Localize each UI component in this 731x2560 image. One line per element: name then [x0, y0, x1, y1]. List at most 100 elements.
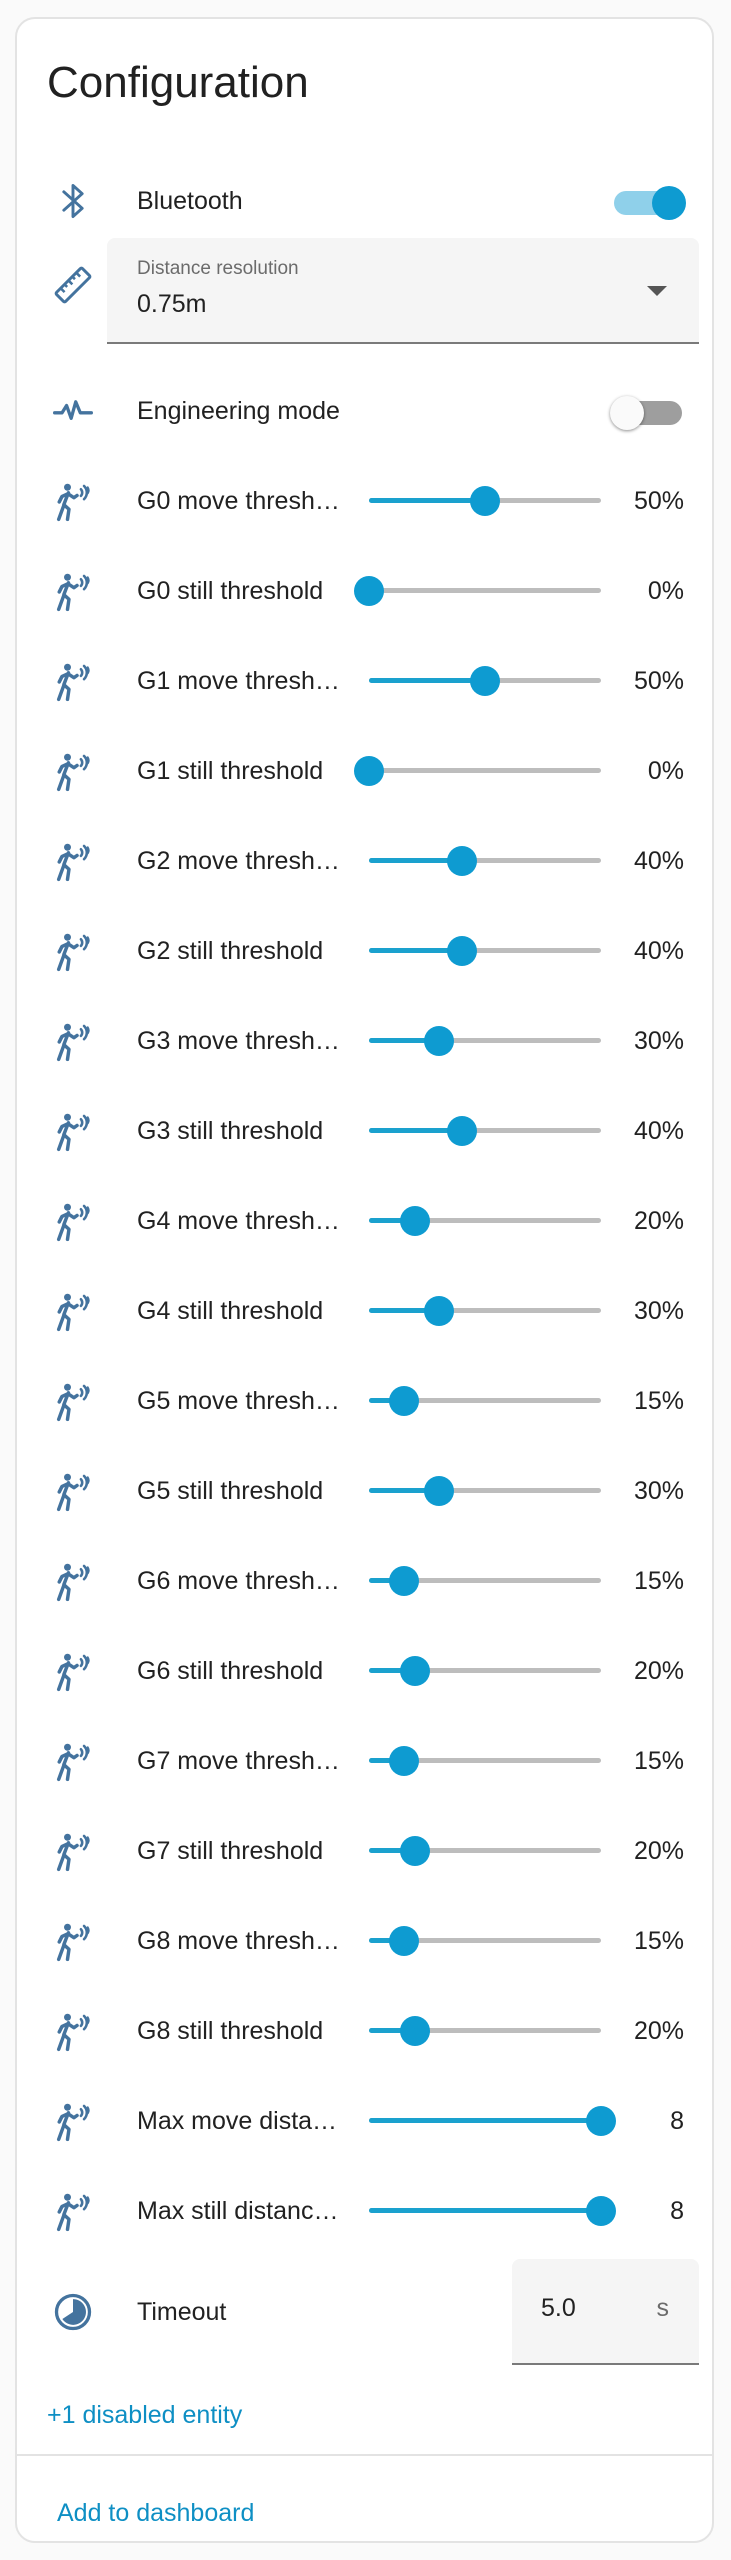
threshold-label: Max move dista…	[137, 2107, 338, 2135]
slider-fill	[369, 678, 485, 683]
slider-thumb[interactable]	[388, 1926, 419, 1956]
threshold-value: 30%	[633, 1027, 684, 1055]
threshold-slider[interactable]	[354, 756, 601, 786]
slider-thumb[interactable]	[388, 1746, 419, 1776]
slider-thumb[interactable]	[423, 1026, 454, 1056]
slider-fill	[369, 2118, 601, 2123]
threshold-label: G3 still threshold	[137, 1117, 324, 1145]
threshold-slider[interactable]	[369, 2016, 601, 2046]
slider-thumb[interactable]	[446, 846, 477, 876]
threshold-value: 50%	[633, 487, 684, 515]
threshold-slider[interactable]	[369, 1926, 601, 1956]
threshold-slider[interactable]	[369, 2196, 616, 2226]
slider-thumb[interactable]	[400, 2016, 431, 2046]
chevron-down-icon[interactable]	[647, 286, 667, 296]
bluetooth-row[interactable]: Bluetooth	[17, 156, 712, 246]
motion-sensor-icon	[49, 1287, 97, 1335]
threshold-label: G0 still threshold	[137, 577, 324, 605]
slider-thumb[interactable]	[586, 2106, 616, 2136]
slider-track[interactable]	[369, 588, 601, 593]
threshold-value: 15%	[633, 1567, 684, 1595]
timeout-unit: s	[656, 2294, 670, 2322]
slider-thumb[interactable]	[423, 1476, 454, 1506]
slider-thumb[interactable]	[388, 1566, 419, 1596]
slider-thumb[interactable]	[354, 576, 384, 606]
threshold-slider[interactable]	[369, 1116, 601, 1146]
threshold-value: 20%	[633, 2017, 684, 2045]
slider-thumb[interactable]	[446, 1116, 477, 1146]
motion-sensor-icon	[49, 1107, 97, 1155]
threshold-value: 20%	[633, 1837, 684, 1865]
threshold-label: G8 still threshold	[137, 2017, 324, 2045]
threshold-row: G7 still threshold 20%	[17, 1806, 712, 1896]
slider-thumb[interactable]	[400, 1836, 431, 1866]
toggle-knob[interactable]	[610, 396, 644, 430]
motion-sensor-icon	[49, 2007, 97, 2055]
threshold-row: G1 still threshold 0%	[17, 726, 712, 816]
threshold-label: G2 still threshold	[137, 937, 324, 965]
motion-sensor-icon	[49, 1377, 97, 1425]
threshold-row: G7 move thresh… 15%	[17, 1716, 712, 1806]
threshold-slider[interactable]	[369, 1836, 601, 1866]
threshold-row: G3 move thresh… 30%	[17, 996, 712, 1086]
slider-thumb[interactable]	[446, 936, 477, 966]
threshold-value: 50%	[633, 667, 684, 695]
threshold-row: G1 move thresh… 50%	[17, 636, 712, 726]
threshold-row: G8 move thresh… 15%	[17, 1896, 712, 1986]
card-title: Configuration	[47, 58, 309, 107]
threshold-value: 30%	[633, 1477, 684, 1505]
disabled-entity-link[interactable]: +1 disabled entity	[47, 2401, 242, 2430]
slider-thumb[interactable]	[400, 1206, 431, 1236]
motion-sensor-icon	[49, 927, 97, 975]
threshold-row: G4 still threshold 30%	[17, 1266, 712, 1356]
engineering-mode-toggle[interactable]	[610, 396, 686, 430]
threshold-slider[interactable]	[369, 936, 601, 966]
threshold-slider[interactable]	[369, 1026, 601, 1056]
threshold-slider[interactable]	[369, 1206, 601, 1236]
distance-resolution-label: Distance resolution	[137, 258, 299, 279]
threshold-slider[interactable]	[369, 666, 601, 696]
add-to-dashboard-button[interactable]: Add to dashboard	[57, 2499, 254, 2528]
threshold-value: 8	[670, 2197, 684, 2225]
motion-sensor-icon	[49, 477, 97, 525]
threshold-slider[interactable]	[369, 1386, 601, 1416]
slider-thumb[interactable]	[400, 1656, 431, 1686]
threshold-slider[interactable]	[369, 846, 601, 876]
threshold-value: 15%	[633, 1927, 684, 1955]
threshold-value: 8	[670, 2107, 684, 2135]
timeout-input[interactable]: 5.0 s	[512, 2259, 699, 2365]
threshold-slider[interactable]	[369, 486, 601, 516]
threshold-value: 15%	[633, 1747, 684, 1775]
slider-track[interactable]	[369, 768, 601, 773]
threshold-label: G7 still threshold	[137, 1837, 324, 1865]
threshold-row: G0 still threshold 0%	[17, 546, 712, 636]
distance-resolution-select[interactable]: Distance resolution 0.75m	[107, 238, 699, 344]
slider-thumb[interactable]	[470, 666, 500, 696]
threshold-slider[interactable]	[369, 1296, 601, 1326]
threshold-value: 40%	[633, 847, 684, 875]
threshold-label: G5 still threshold	[137, 1477, 324, 1505]
slider-thumb[interactable]	[470, 486, 500, 516]
motion-sensor-icon	[49, 1647, 97, 1695]
threshold-value: 20%	[633, 1207, 684, 1235]
toggle-knob[interactable]	[652, 186, 686, 220]
threshold-label: G3 move thresh…	[137, 1027, 340, 1055]
motion-sensor-icon	[49, 1917, 97, 1965]
slider-thumb[interactable]	[586, 2196, 616, 2226]
threshold-slider[interactable]	[369, 1476, 601, 1506]
slider-thumb[interactable]	[354, 756, 384, 786]
threshold-label: G2 move thresh…	[137, 847, 340, 875]
threshold-slider[interactable]	[354, 576, 601, 606]
timeout-value[interactable]: 5.0	[541, 2294, 576, 2323]
engineering-mode-row[interactable]: Engineering mode	[17, 366, 712, 456]
slider-thumb[interactable]	[423, 1296, 454, 1326]
threshold-value: 20%	[633, 1657, 684, 1685]
threshold-slider[interactable]	[369, 2106, 616, 2136]
threshold-slider[interactable]	[369, 1566, 601, 1596]
bluetooth-toggle[interactable]	[610, 186, 686, 220]
timeout-label: Timeout	[137, 2298, 227, 2326]
slider-thumb[interactable]	[388, 1386, 419, 1416]
threshold-slider[interactable]	[369, 1746, 601, 1776]
threshold-row: G2 move thresh… 40%	[17, 816, 712, 906]
threshold-slider[interactable]	[369, 1656, 601, 1686]
